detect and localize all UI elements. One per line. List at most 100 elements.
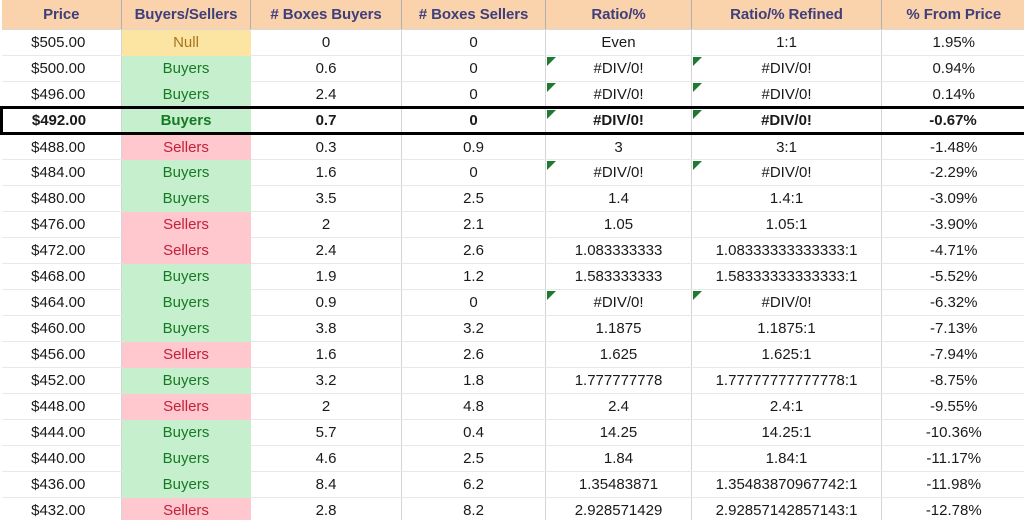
cell-price[interactable]: $496.00: [1, 81, 122, 108]
cell-price[interactable]: $460.00: [1, 315, 122, 342]
table-row[interactable]: $505.00 Null 0 0 Even 1:1 1.95%: [1, 29, 1024, 56]
cell-buyers-sellers[interactable]: Buyers: [121, 81, 251, 108]
cell-ratio[interactable]: 2.4: [545, 393, 692, 420]
cell-ratio-refined[interactable]: 3:1: [691, 133, 882, 160]
column-header-ratio-refined[interactable]: Ratio/% Refined: [691, 0, 882, 30]
table-row[interactable]: $492.00 Buyers 0.7 0 #DIV/0! #DIV/0! -0.67%: [0, 106, 1024, 135]
cell-ratio-refined[interactable]: 1.4:1: [691, 185, 882, 212]
cell-price[interactable]: $480.00: [1, 185, 122, 212]
table-row[interactable]: $460.00 Buyers 3.8 3.2 1.1875 1.1875:1 -7.13%: [1, 315, 1024, 342]
cell-ratio[interactable]: #DIV/0!: [545, 159, 692, 186]
cell-ratio-refined[interactable]: 1.77777777777778:1: [691, 367, 882, 394]
cell-boxes-sellers[interactable]: 0: [401, 29, 546, 56]
cell-boxes-buyers[interactable]: 2.4: [250, 237, 402, 264]
cell-buyers-sellers[interactable]: Null: [121, 29, 251, 56]
column-header-boxes-buyers[interactable]: # Boxes Buyers: [250, 0, 402, 30]
cell-price[interactable]: $484.00: [1, 159, 122, 186]
cell-buyers-sellers[interactable]: Buyers: [121, 445, 251, 472]
cell-boxes-sellers[interactable]: 3.2: [401, 315, 546, 342]
cell-ratio-refined[interactable]: 1:1: [691, 29, 882, 56]
cell-ratio-refined[interactable]: 1.35483870967742:1: [691, 471, 882, 498]
cell-ratio[interactable]: 1.083333333: [545, 237, 692, 264]
cell-boxes-sellers[interactable]: 2.6: [401, 237, 546, 264]
cell-buyers-sellers[interactable]: Buyers: [121, 419, 251, 446]
cell-price[interactable]: $488.00: [1, 133, 122, 160]
cell-percent-from-price[interactable]: -12.78%: [881, 497, 1024, 520]
cell-percent-from-price[interactable]: -5.52%: [881, 263, 1024, 290]
cell-ratio-refined[interactable]: #DIV/0!: [691, 81, 882, 108]
cell-percent-from-price[interactable]: -7.13%: [881, 315, 1024, 342]
cell-percent-from-price[interactable]: 0.94%: [881, 55, 1024, 82]
cell-boxes-buyers[interactable]: 0.7: [250, 106, 402, 135]
cell-boxes-buyers[interactable]: 1.9: [250, 263, 402, 290]
table-row[interactable]: $468.00 Buyers 1.9 1.2 1.583333333 1.58333333…: [1, 263, 1024, 290]
cell-buyers-sellers[interactable]: Buyers: [121, 471, 251, 498]
cell-ratio[interactable]: 3: [545, 133, 692, 160]
cell-price[interactable]: $492.00: [0, 106, 122, 135]
cell-buyers-sellers[interactable]: Buyers: [121, 55, 251, 82]
cell-buyers-sellers[interactable]: Sellers: [121, 133, 251, 160]
table-row[interactable]: $432.00 Sellers 2.8 8.2 2.928571429 2.9285714…: [1, 497, 1024, 520]
cell-buyers-sellers[interactable]: Buyers: [121, 106, 251, 135]
cell-ratio-refined[interactable]: 1.1875:1: [691, 315, 882, 342]
cell-boxes-buyers[interactable]: 1.6: [250, 159, 402, 186]
cell-boxes-sellers[interactable]: 4.8: [401, 393, 546, 420]
table-row[interactable]: $496.00 Buyers 2.4 0 #DIV/0! #DIV/0! 0.14%: [1, 81, 1024, 108]
table-row[interactable]: $456.00 Sellers 1.6 2.6 1.625 1.625:1 -7.94%: [1, 341, 1024, 368]
cell-boxes-buyers[interactable]: 2: [250, 211, 402, 238]
cell-ratio-refined[interactable]: 1.08333333333333:1: [691, 237, 882, 264]
cell-price[interactable]: $452.00: [1, 367, 122, 394]
column-header-buyers-sellers[interactable]: Buyers/Sellers: [121, 0, 251, 30]
column-header-ratio[interactable]: Ratio/%: [545, 0, 692, 30]
cell-boxes-sellers[interactable]: 2.5: [401, 185, 546, 212]
cell-price[interactable]: $464.00: [1, 289, 122, 316]
cell-ratio[interactable]: 1.1875: [545, 315, 692, 342]
cell-ratio-refined[interactable]: #DIV/0!: [691, 159, 882, 186]
cell-ratio[interactable]: 1.05: [545, 211, 692, 238]
cell-ratio-refined[interactable]: 1.58333333333333:1: [691, 263, 882, 290]
table-row[interactable]: $476.00 Sellers 2 2.1 1.05 1.05:1 -3.90%: [1, 211, 1024, 238]
cell-price[interactable]: $436.00: [1, 471, 122, 498]
cell-percent-from-price[interactable]: -1.48%: [881, 133, 1024, 160]
cell-boxes-sellers[interactable]: 6.2: [401, 471, 546, 498]
column-header-boxes-sellers[interactable]: # Boxes Sellers: [401, 0, 546, 30]
cell-boxes-buyers[interactable]: 0.3: [250, 133, 402, 160]
cell-buyers-sellers[interactable]: Buyers: [121, 263, 251, 290]
cell-boxes-sellers[interactable]: 1.8: [401, 367, 546, 394]
cell-price[interactable]: $500.00: [1, 55, 122, 82]
table-row[interactable]: $448.00 Sellers 2 4.8 2.4 2.4:1 -9.55%: [1, 393, 1024, 420]
cell-boxes-sellers[interactable]: 2.5: [401, 445, 546, 472]
cell-ratio-refined[interactable]: 1.05:1: [691, 211, 882, 238]
cell-price[interactable]: $456.00: [1, 341, 122, 368]
cell-percent-from-price[interactable]: -6.32%: [881, 289, 1024, 316]
cell-buyers-sellers[interactable]: Buyers: [121, 315, 251, 342]
cell-buyers-sellers[interactable]: Sellers: [121, 497, 251, 520]
cell-percent-from-price[interactable]: 0.14%: [881, 81, 1024, 108]
cell-ratio[interactable]: #DIV/0!: [545, 289, 692, 316]
cell-boxes-buyers[interactable]: 2.4: [250, 81, 402, 108]
cell-ratio[interactable]: 1.625: [545, 341, 692, 368]
cell-percent-from-price[interactable]: -0.67%: [881, 106, 1024, 135]
table-row[interactable]: $488.00 Sellers 0.3 0.9 3 3:1 -1.48%: [1, 133, 1024, 160]
cell-percent-from-price[interactable]: -10.36%: [881, 419, 1024, 446]
cell-price[interactable]: $505.00: [1, 29, 122, 56]
cell-percent-from-price[interactable]: -3.09%: [881, 185, 1024, 212]
cell-buyers-sellers[interactable]: Buyers: [121, 185, 251, 212]
cell-ratio-refined[interactable]: 1.84:1: [691, 445, 882, 472]
cell-boxes-sellers[interactable]: 0: [401, 106, 546, 135]
cell-percent-from-price[interactable]: 1.95%: [881, 29, 1024, 56]
cell-ratio-refined[interactable]: 2.92857142857143:1: [691, 497, 882, 520]
cell-percent-from-price[interactable]: -9.55%: [881, 393, 1024, 420]
cell-ratio[interactable]: 1.583333333: [545, 263, 692, 290]
cell-boxes-sellers[interactable]: 0: [401, 289, 546, 316]
cell-ratio[interactable]: 1.35483871: [545, 471, 692, 498]
cell-percent-from-price[interactable]: -8.75%: [881, 367, 1024, 394]
cell-boxes-buyers[interactable]: 0.6: [250, 55, 402, 82]
cell-boxes-sellers[interactable]: 8.2: [401, 497, 546, 520]
cell-ratio[interactable]: #DIV/0!: [545, 81, 692, 108]
cell-boxes-sellers[interactable]: 1.2: [401, 263, 546, 290]
cell-boxes-buyers[interactable]: 2: [250, 393, 402, 420]
cell-percent-from-price[interactable]: -3.90%: [881, 211, 1024, 238]
cell-buyers-sellers[interactable]: Sellers: [121, 237, 251, 264]
cell-price[interactable]: $448.00: [1, 393, 122, 420]
